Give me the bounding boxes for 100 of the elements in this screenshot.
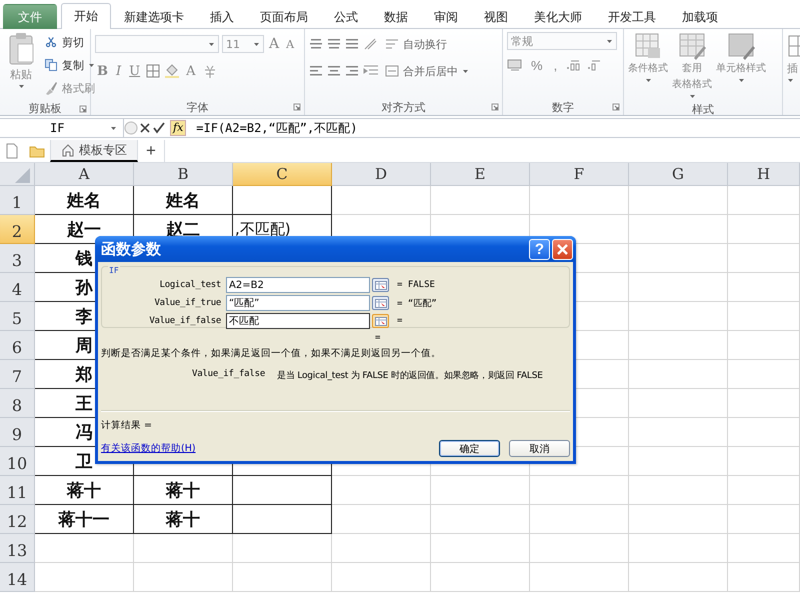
table-style-icon[interactable] (678, 32, 706, 60)
align-icon[interactable] (345, 38, 359, 50)
row-header[interactable]: 9 (0, 418, 35, 447)
caret-icon[interactable] (688, 94, 696, 99)
row-header[interactable]: 2 (0, 215, 35, 244)
ribbon-tab[interactable]: 美化大师 (521, 5, 595, 29)
align-icon[interactable] (309, 65, 323, 77)
ribbon-tab[interactable]: 数据 (371, 5, 421, 29)
argument-field[interactable]: A2=B2 (226, 277, 370, 293)
row-header[interactable]: 13 (0, 534, 35, 563)
row-header[interactable]: 14 (0, 563, 35, 592)
caret-icon[interactable] (644, 78, 652, 83)
percent-button[interactable]: % (528, 58, 546, 72)
argument-field[interactable]: “匹配” (226, 295, 370, 311)
style-label[interactable]: 套用 (682, 62, 702, 76)
row-header[interactable]: 11 (0, 476, 35, 505)
caret-icon[interactable] (462, 68, 469, 74)
table-cell[interactable]: 蒋十 (134, 476, 233, 505)
align-icon[interactable] (327, 65, 341, 77)
dialog-launcher-icon[interactable] (612, 103, 620, 111)
insert-function-button[interactable]: fx (170, 120, 186, 136)
row-header[interactable]: 4 (0, 273, 35, 302)
collapse-dialog-button[interactable] (372, 314, 389, 328)
ribbon-tab[interactable]: 页面布局 (247, 5, 321, 29)
dialog-launcher-icon[interactable] (491, 103, 499, 111)
column-header[interactable]: B (134, 163, 233, 186)
dialog-launcher-icon[interactable] (293, 103, 301, 111)
row-header[interactable]: 3 (0, 244, 35, 273)
column-header[interactable]: F (530, 163, 629, 186)
wrap-icon (385, 38, 399, 50)
table-cell[interactable]: 蒋十 (35, 476, 134, 505)
clipboard-button[interactable]: 剪切 (42, 32, 97, 52)
name-box[interactable]: IF (0, 119, 124, 137)
clipboard-button[interactable]: 复制 (42, 55, 97, 75)
align-icon[interactable] (309, 38, 323, 50)
align-icon[interactable] (345, 65, 359, 77)
currency-icon[interactable] (507, 58, 523, 72)
ribbon-tab[interactable]: 审阅 (421, 5, 471, 29)
column-header[interactable]: H (728, 163, 800, 186)
insert-button[interactable]: 插 (787, 32, 800, 83)
caret-icon[interactable] (738, 78, 744, 83)
table-cell[interactable]: 姓名 (134, 186, 233, 215)
table-cell[interactable] (233, 186, 332, 215)
decrease-decimal-icon[interactable] (586, 59, 602, 71)
column-header[interactable]: A (35, 163, 134, 186)
table-cell[interactable]: 蒋十一 (35, 505, 134, 534)
dialog-launcher-icon[interactable] (79, 105, 87, 113)
increase-decimal-icon[interactable] (565, 59, 582, 71)
font-name-field[interactable] (95, 35, 219, 53)
add-tab-button[interactable]: + (138, 140, 165, 162)
row-header[interactable]: 6 (0, 331, 35, 360)
formula-field[interactable]: =IF(A2=B2,“匹配”,不匹配) (190, 120, 358, 136)
ribbon-tab[interactable]: 公式 (321, 5, 371, 29)
align-icon[interactable] (327, 38, 341, 50)
ribbon-tab[interactable]: 加载项 (669, 5, 731, 29)
caret-icon[interactable] (18, 84, 24, 89)
table-cell[interactable]: 蒋十 (134, 505, 233, 534)
merge-center-button[interactable]: 合并后居中 (383, 61, 471, 81)
column-header[interactable]: E (431, 163, 530, 186)
caret-icon[interactable] (606, 38, 613, 44)
caret-icon[interactable] (253, 42, 260, 46)
borders-icon[interactable] (146, 64, 160, 78)
caret-icon[interactable] (110, 126, 117, 130)
row-header[interactable]: 1 (0, 186, 35, 215)
ribbon-tab[interactable]: 视图 (471, 5, 521, 29)
table-style-icon[interactable] (634, 32, 662, 60)
fill-bucket-icon[interactable] (164, 64, 180, 78)
dialog-button[interactable]: 取消 (509, 440, 570, 457)
row-header[interactable]: 5 (0, 302, 35, 331)
row-header[interactable]: 12 (0, 505, 35, 534)
collapse-dialog-button[interactable] (372, 296, 389, 310)
table-cell[interactable] (233, 476, 332, 505)
caret-icon[interactable] (88, 62, 95, 68)
column-header[interactable]: D (332, 163, 431, 186)
wrap-text-button[interactable]: 自动换行 (383, 34, 449, 54)
table-style-icon[interactable] (727, 32, 755, 60)
row-header[interactable]: 8 (0, 389, 35, 418)
caret-icon[interactable] (787, 78, 794, 83)
cancel-icon[interactable] (138, 121, 152, 135)
column-header[interactable]: C (233, 163, 332, 186)
collapse-dialog-button[interactable] (372, 278, 389, 292)
ribbon-tab[interactable]: 开始 (61, 3, 111, 29)
orientation-icon[interactable] (363, 37, 379, 51)
folder-icon[interactable] (29, 144, 45, 158)
enter-check-icon[interactable] (152, 121, 166, 135)
ribbon-tab[interactable]: 新建选项卡 (111, 5, 197, 29)
caret-icon[interactable] (208, 42, 215, 46)
argument-field[interactable]: 不匹配 (226, 313, 370, 329)
close-button[interactable] (552, 238, 573, 260)
column-header[interactable]: G (629, 163, 728, 186)
table-cell[interactable] (233, 505, 332, 534)
ribbon-tab[interactable]: 开发工具 (595, 5, 669, 29)
ribbon-tab[interactable]: 插入 (197, 5, 247, 29)
row-header[interactable]: 10 (0, 447, 35, 476)
template-tab[interactable]: 模板专区 (50, 140, 138, 162)
dialog-button[interactable]: 确定 (439, 440, 500, 457)
document-icon[interactable] (5, 143, 19, 159)
row-header[interactable]: 7 (0, 360, 35, 389)
table-cell[interactable]: 姓名 (35, 186, 134, 215)
function-name: IF (108, 266, 120, 275)
